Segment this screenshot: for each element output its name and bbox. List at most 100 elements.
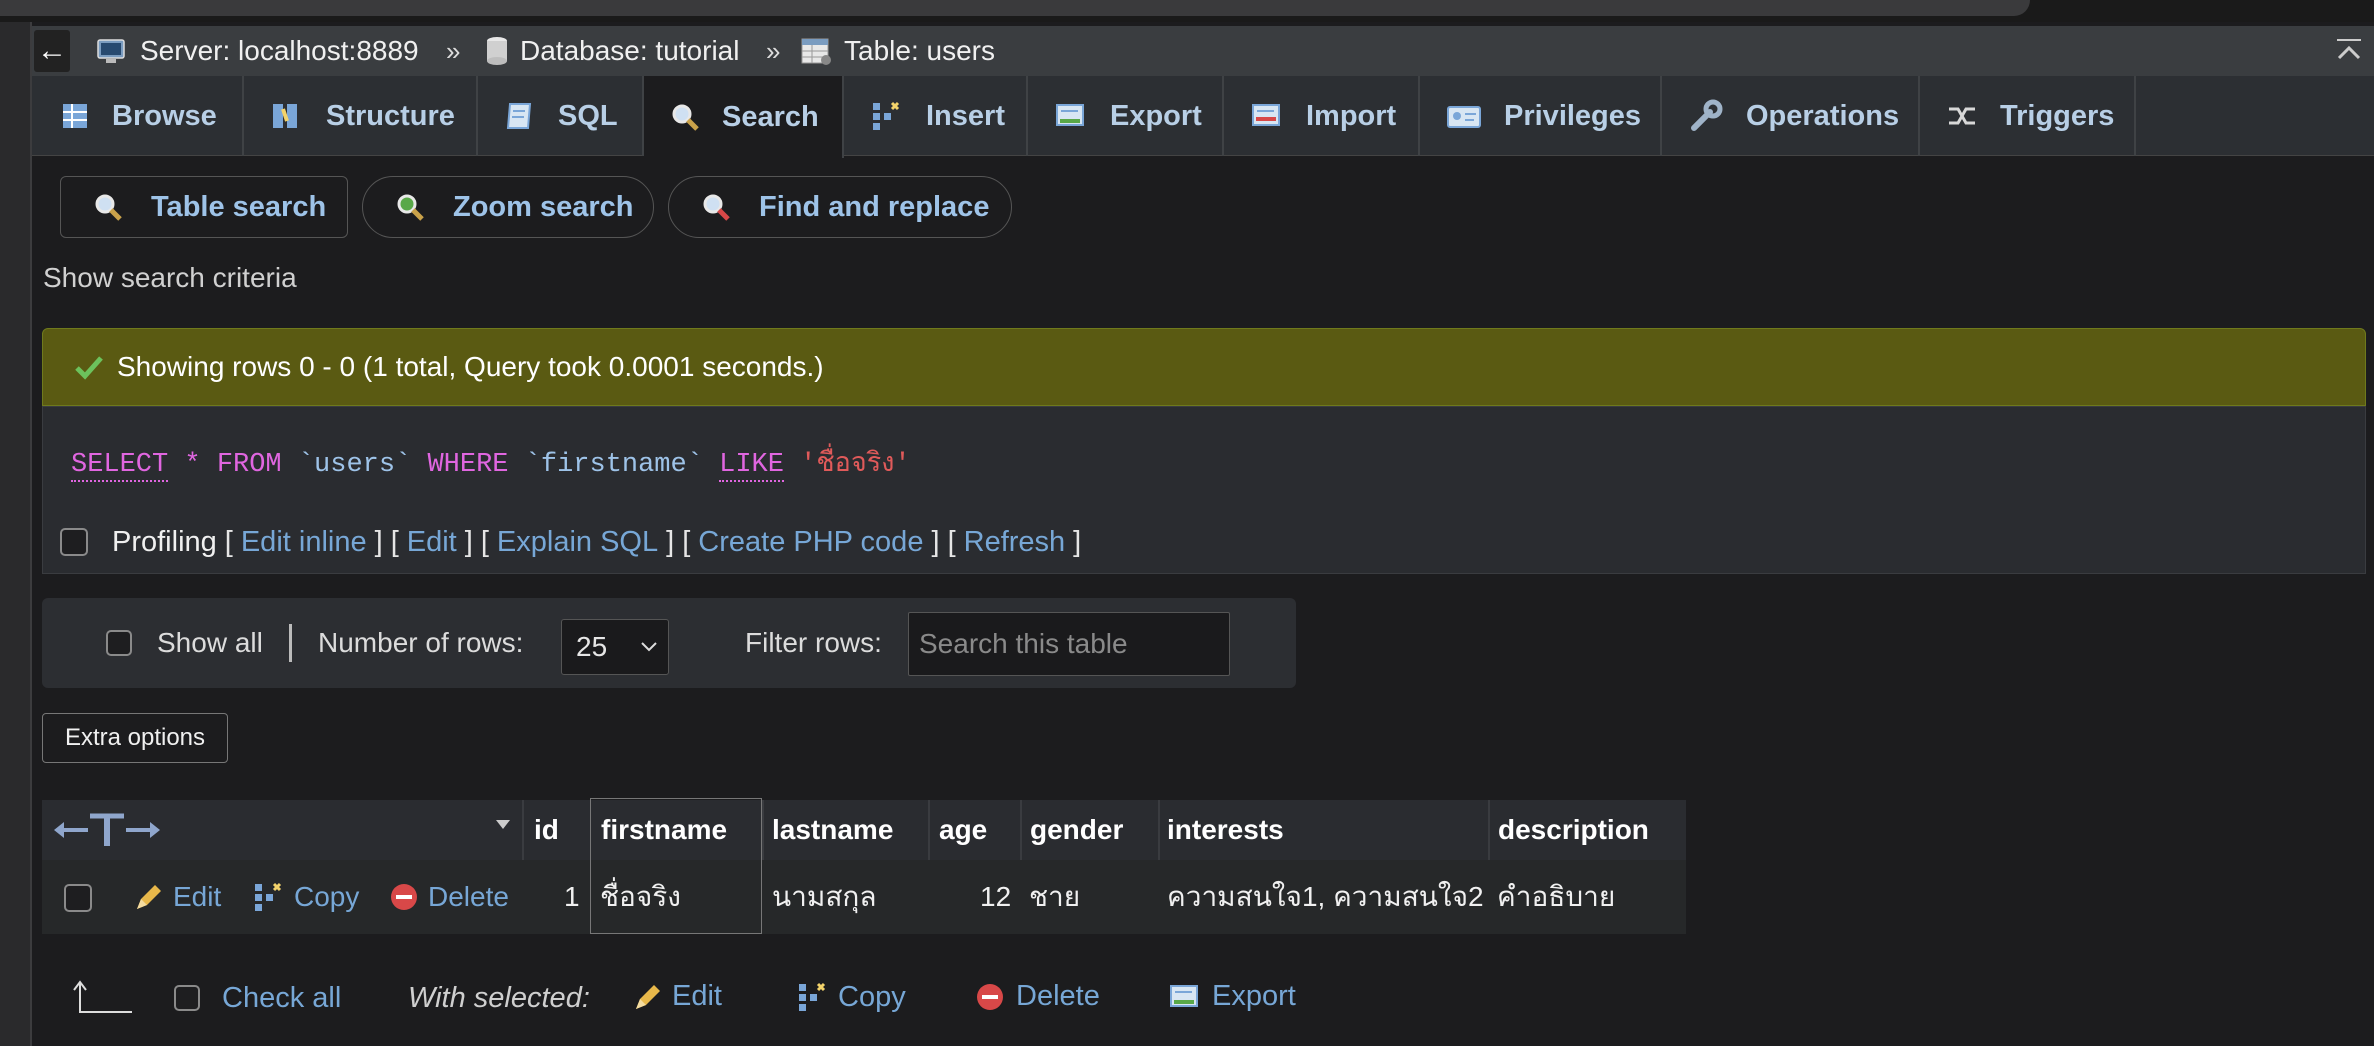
column-divider	[762, 800, 764, 860]
explain-sql-link[interactable]: Explain SQL	[497, 526, 658, 559]
column-divider	[1488, 800, 1490, 860]
cell-gender[interactable]: ชาย	[1029, 860, 1080, 934]
export-icon	[1056, 104, 1084, 126]
success-message: Showing rows 0 - 0 (1 total, Query took …	[42, 328, 2366, 406]
insert-icon	[873, 101, 900, 130]
tab-triggers[interactable]: Triggers	[1920, 76, 2136, 156]
tab-search[interactable]: Search	[644, 76, 844, 158]
tab-structure[interactable]: Structure	[244, 76, 478, 156]
sql-icon	[506, 103, 532, 129]
breadcrumb-server[interactable]: Server: localhost:8889	[96, 26, 419, 76]
bulk-copy-button[interactable]: Copy	[796, 980, 906, 1014]
check-all-checkbox[interactable]	[174, 985, 200, 1011]
row-delete-label: Delete	[428, 881, 509, 912]
row-edit-label: Edit	[173, 881, 222, 912]
tab-import[interactable]: Import	[1224, 76, 1420, 156]
sql-keyword: WHERE	[427, 450, 509, 480]
filter-rows-input[interactable]: Search this table	[908, 612, 1230, 676]
cell-lastname[interactable]: นามสกุล	[772, 860, 877, 934]
privileges-icon	[1447, 106, 1481, 128]
show-search-criteria-link[interactable]: Show search criteria	[43, 262, 297, 294]
bulk-edit-label: Edit	[672, 980, 722, 1012]
sql-keyword[interactable]: LIKE	[719, 450, 784, 482]
column-resize-icon[interactable]	[52, 812, 162, 848]
checkmark-icon	[75, 356, 103, 380]
arrow-up-left-icon	[73, 980, 132, 1013]
column-header-lastname[interactable]: lastname	[772, 800, 893, 860]
cell-id[interactable]: 1	[564, 860, 580, 934]
pencil-icon	[636, 984, 660, 1009]
bulk-copy-label: Copy	[838, 980, 906, 1013]
sql-string: 'ชื่อจริง'	[800, 450, 911, 480]
browse-icon	[63, 104, 87, 128]
rows-select-value: 25	[576, 631, 608, 662]
sql-identifier: `firstname`	[524, 450, 703, 480]
server-icon	[97, 39, 125, 63]
cell-interests[interactable]: ความสนใจ1, ความสนใจ2	[1167, 860, 1484, 934]
table-icon	[801, 38, 831, 65]
import-icon	[1252, 104, 1280, 126]
extra-options-button[interactable]: Extra options	[42, 713, 228, 763]
tab-sql[interactable]: SQL	[478, 76, 644, 156]
breadcrumb-table[interactable]: Table: users	[800, 26, 995, 76]
refresh-link[interactable]: Refresh	[964, 526, 1066, 559]
search-icon	[672, 104, 699, 131]
create-php-code-link[interactable]: Create PHP code	[698, 526, 923, 559]
tab-browse[interactable]: Browse	[34, 76, 244, 156]
bracket: ] [	[931, 525, 956, 558]
copy-icon	[255, 882, 282, 911]
show-all-checkbox[interactable]	[106, 630, 132, 656]
breadcrumb-separator: »	[766, 35, 781, 66]
check-all-label[interactable]: Check all	[222, 982, 341, 1015]
row-delete-button[interactable]: Delete	[388, 860, 509, 934]
sql-identifier: `users`	[297, 450, 412, 480]
row-checkbox[interactable]	[64, 884, 92, 912]
cell-description[interactable]: คำอธิบาย	[1497, 860, 1615, 934]
tab-insert[interactable]: Insert	[844, 76, 1028, 156]
profiling-checkbox[interactable]	[60, 528, 88, 556]
sql-keyword[interactable]: SELECT	[71, 450, 169, 482]
row-copy-button[interactable]: Copy	[252, 860, 359, 934]
edit-link[interactable]: Edit	[407, 526, 457, 559]
bulk-export-label: Export	[1212, 980, 1296, 1012]
number-of-rows-select[interactable]: 25	[561, 619, 669, 675]
column-header-gender[interactable]: gender	[1030, 800, 1123, 860]
subtab-zoom-search[interactable]: Zoom search	[362, 176, 654, 238]
row-edit-button[interactable]: Edit	[133, 860, 221, 934]
edit-inline-link[interactable]: Edit inline	[241, 526, 367, 559]
tab-operations[interactable]: Operations	[1662, 76, 1920, 156]
bulk-edit-button[interactable]: Edit	[632, 980, 722, 1013]
bracket: [	[224, 525, 233, 558]
subtab-label: Find and replace	[759, 190, 990, 223]
tab-label: Privileges	[1504, 99, 1642, 132]
column-divider	[928, 800, 930, 860]
column-header-age[interactable]: age	[939, 800, 987, 860]
subtab-find-replace[interactable]: Find and replace	[668, 176, 1012, 238]
back-arrow-icon[interactable]: ←	[34, 30, 70, 72]
navigation-panel-edge[interactable]	[0, 22, 32, 1046]
tab-export[interactable]: Export	[1028, 76, 1224, 156]
triggers-icon	[1949, 107, 1975, 125]
number-of-rows-label: Number of rows:	[318, 627, 524, 658]
pencil-icon	[137, 885, 161, 909]
tab-label: SQL	[558, 99, 618, 132]
breadcrumb-database-label: Database: tutorial	[520, 35, 740, 66]
breadcrumb-database[interactable]: Database: tutorial	[484, 26, 739, 76]
sort-dropdown-icon[interactable]	[494, 818, 512, 832]
bulk-delete-button[interactable]: Delete	[974, 980, 1100, 1013]
sql-query: SELECT * FROM `users` WHERE `firstname` …	[71, 440, 911, 483]
collapse-icon[interactable]	[2334, 34, 2364, 64]
column-header-id[interactable]: id	[534, 800, 559, 860]
subtab-label: Table search	[151, 190, 327, 223]
tab-privileges[interactable]: Privileges	[1420, 76, 1662, 156]
wrench-icon	[1691, 99, 1723, 131]
column-header-interests[interactable]: interests	[1167, 800, 1284, 860]
divider	[289, 624, 292, 662]
column-header-description[interactable]: description	[1498, 800, 1649, 860]
cell-age[interactable]: 12	[980, 860, 1011, 934]
subtab-table-search[interactable]: Table search	[60, 176, 348, 238]
database-icon	[487, 37, 507, 65]
bulk-export-button[interactable]: Export	[1168, 980, 1296, 1013]
bracket: ] [	[666, 525, 691, 558]
column-divider	[1158, 800, 1160, 860]
